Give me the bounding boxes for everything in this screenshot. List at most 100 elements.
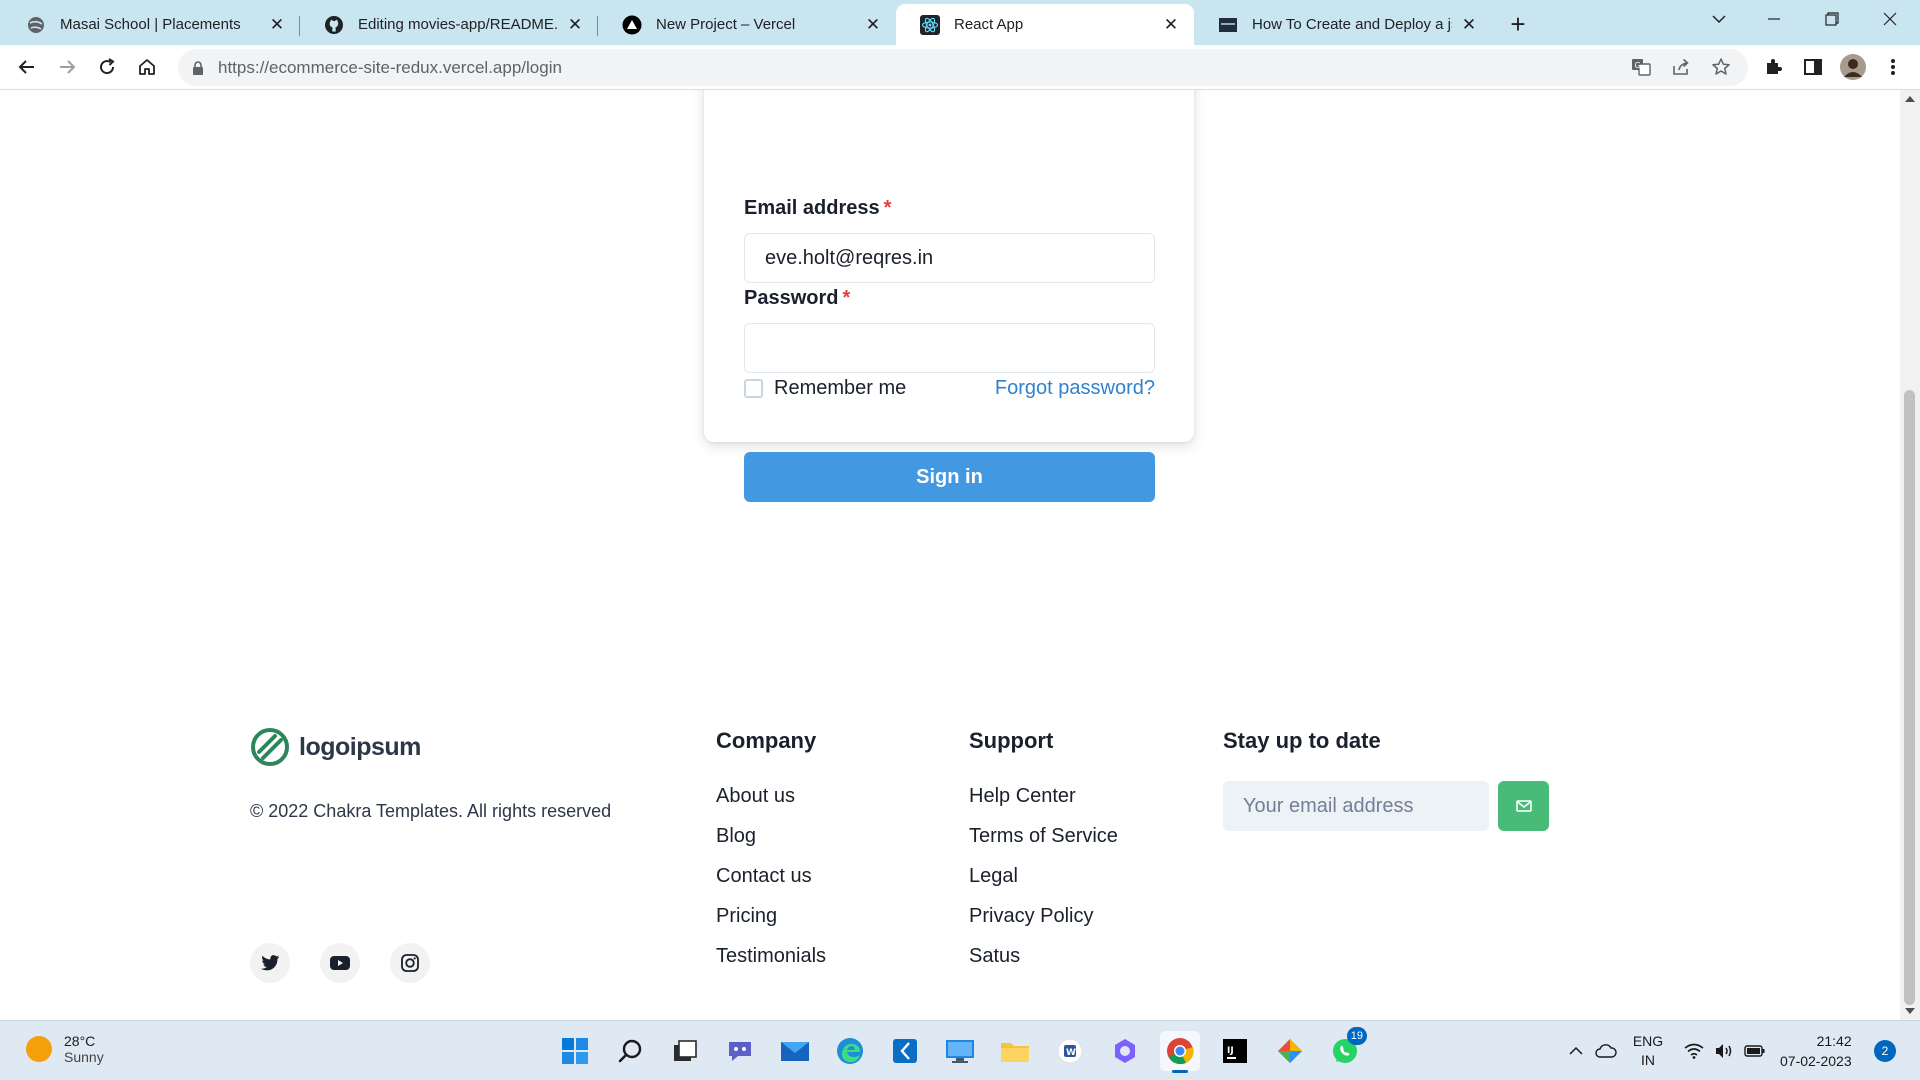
notification-badge[interactable]: 2 (1874, 1040, 1896, 1062)
task-view-icon (674, 1040, 697, 1061)
twitter-button[interactable] (250, 943, 290, 983)
language-code: ENG (1632, 1033, 1664, 1049)
intellij-button[interactable]: IJ (1215, 1031, 1255, 1071)
subscribe-button[interactable] (1498, 781, 1549, 831)
close-tab-icon[interactable]: ✕ (1460, 15, 1478, 34)
start-button[interactable] (555, 1031, 595, 1071)
help-center-link[interactable]: Help Center (969, 785, 1076, 808)
battery-icon[interactable] (1740, 1021, 1770, 1080)
profile-avatar[interactable] (1837, 51, 1869, 83)
bookmark-star-icon[interactable] (1705, 51, 1737, 83)
whatsapp-button[interactable]: 19 (1325, 1027, 1367, 1071)
onedrive-cloud-icon[interactable] (1592, 1021, 1620, 1080)
page-scrollbar[interactable] (1900, 90, 1920, 1020)
remember-me-checkbox[interactable] (744, 379, 763, 398)
tab-github-readme[interactable]: Editing movies-app/README.md ✕ (300, 4, 598, 45)
chat-icon (729, 1042, 751, 1061)
close-tab-icon[interactable]: ✕ (268, 15, 286, 34)
testimonials-link[interactable]: Testimonials (716, 945, 826, 968)
new-tab-button[interactable]: + (1498, 4, 1538, 45)
terms-of-service-link[interactable]: Terms of Service (969, 825, 1118, 848)
password-input[interactable] (744, 323, 1155, 373)
blog-link[interactable]: Blog (716, 825, 756, 848)
forgot-password-link[interactable]: Forgot password? (995, 377, 1155, 400)
scrollbar-thumb[interactable] (1904, 390, 1915, 1005)
pricing-link[interactable]: Pricing (716, 905, 777, 928)
status-link[interactable]: Satus (969, 945, 1020, 968)
legal-link[interactable]: Legal (969, 865, 1018, 888)
word-icon: W (1057, 1038, 1083, 1064)
svg-text:IJ: IJ (1227, 1046, 1234, 1056)
intellij-icon: IJ (1223, 1039, 1247, 1063)
file-explorer-button[interactable] (995, 1031, 1035, 1071)
git-app-button[interactable] (1270, 1031, 1310, 1071)
task-view-button[interactable] (665, 1031, 705, 1071)
close-tab-icon[interactable]: ✕ (1162, 15, 1180, 34)
show-hidden-icons-chevron[interactable] (1562, 1021, 1590, 1080)
tab-json-deploy[interactable]: How To Create and Deploy a json ✕ (1194, 4, 1492, 45)
tab-title: Editing movies-app/README.md (358, 16, 558, 33)
login-card: Email address* Password* Remember me For… (704, 90, 1194, 502)
swirl-icon (1115, 1039, 1135, 1063)
tab-title: Masai School | Placements (60, 16, 241, 33)
forward-arrow-icon[interactable] (51, 51, 83, 83)
about-us-link[interactable]: About us (716, 785, 795, 808)
restore-button[interactable] (1808, 0, 1856, 38)
copyright-text: © 2022 Chakra Templates. All rights rese… (250, 801, 612, 821)
vscode-button[interactable] (885, 1031, 925, 1071)
email-input[interactable] (744, 233, 1155, 283)
search-button[interactable] (610, 1031, 650, 1071)
svg-text:G: G (1635, 61, 1641, 70)
mail-button[interactable] (775, 1031, 815, 1071)
reload-icon[interactable] (91, 51, 123, 83)
chrome-button[interactable] (1160, 1031, 1200, 1073)
lock-icon[interactable] (192, 60, 206, 75)
scroll-up-icon[interactable] (1905, 96, 1915, 102)
tab-masai-school[interactable]: Masai School | Placements ✕ (2, 4, 300, 45)
address-bar[interactable]: https://ecommerce-site-redux.vercel.app/… (178, 49, 1748, 86)
close-tab-icon[interactable]: ✕ (864, 15, 882, 34)
contact-us-link[interactable]: Contact us (716, 865, 812, 888)
remote-desktop-button[interactable] (940, 1031, 980, 1071)
newsletter-email-input[interactable] (1223, 781, 1489, 831)
tab-react-app[interactable]: React App ✕ (896, 4, 1194, 45)
tab-search-chevron-icon[interactable] (1695, 0, 1743, 38)
word-button[interactable]: W (1050, 1031, 1090, 1071)
system-clock[interactable]: 21:42 07-02-2023 (1780, 1031, 1852, 1071)
extensions-icon[interactable] (1757, 51, 1789, 83)
footer-logo[interactable]: logoipsum (250, 727, 421, 767)
remember-me-label[interactable]: Remember me (774, 377, 906, 400)
side-panel-icon[interactable] (1797, 51, 1829, 83)
close-window-button[interactable] (1866, 0, 1914, 38)
language-indicator[interactable]: ENG IN (1627, 1021, 1669, 1080)
share-icon[interactable] (1665, 51, 1697, 83)
volume-icon[interactable] (1710, 1021, 1738, 1080)
wifi-icon[interactable] (1680, 1021, 1708, 1080)
copilot-button[interactable] (1105, 1031, 1145, 1071)
minimize-button[interactable] (1750, 0, 1798, 38)
password-label: Password * (744, 287, 851, 309)
github-icon (324, 15, 344, 35)
weather-widget[interactable]: 28°C Sunny (26, 1033, 104, 1065)
scroll-down-icon[interactable] (1905, 1008, 1915, 1014)
vercel-icon (622, 15, 642, 35)
browser-menu-icon[interactable] (1877, 51, 1909, 83)
tab-title: New Project – Vercel (656, 16, 796, 33)
react-icon (920, 14, 940, 35)
edge-button[interactable] (830, 1031, 870, 1071)
home-icon[interactable] (131, 51, 163, 83)
privacy-policy-link[interactable]: Privacy Policy (969, 905, 1093, 928)
back-arrow-icon[interactable] (11, 51, 43, 83)
envelope-icon (1515, 800, 1532, 812)
instagram-icon (401, 954, 419, 972)
svg-text:W: W (1066, 1048, 1076, 1058)
chrome-icon (1167, 1038, 1194, 1065)
close-tab-icon[interactable]: ✕ (566, 15, 584, 34)
sign-in-button[interactable]: Sign in (744, 452, 1155, 502)
tab-vercel[interactable]: New Project – Vercel ✕ (598, 4, 896, 45)
teams-chat-button[interactable] (720, 1031, 760, 1071)
monitor-icon (946, 1040, 974, 1063)
instagram-button[interactable] (390, 943, 430, 983)
translate-icon[interactable]: G (1625, 51, 1657, 83)
youtube-button[interactable] (320, 943, 360, 983)
